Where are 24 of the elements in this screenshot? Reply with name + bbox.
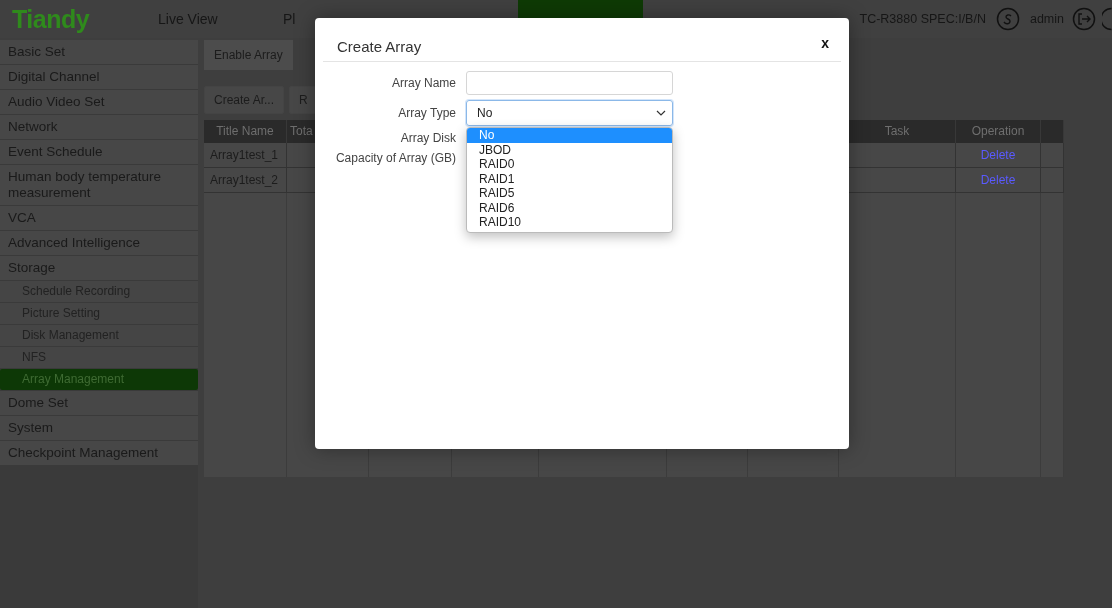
- field-label: Array Disk: [399, 131, 456, 145]
- input-field[interactable]: [466, 71, 673, 95]
- delete-link[interactable]: Delete: [980, 148, 1016, 162]
- dropdown-option[interactable]: No: [467, 128, 672, 143]
- column-header: [1041, 120, 1064, 143]
- dropdown-option[interactable]: RAID1: [467, 171, 672, 186]
- chevron-down-icon: [656, 110, 666, 116]
- dropdown-option[interactable]: RAID0: [467, 157, 672, 172]
- field-label: Array Name: [391, 76, 456, 90]
- dropdown-option[interactable]: JBOD: [467, 142, 672, 157]
- dialog-title: Create Array: [337, 38, 422, 55]
- logo: Tiandy: [11, 4, 91, 34]
- column-header: Title Name: [204, 120, 287, 143]
- dropdown-option[interactable]: RAID6: [467, 200, 672, 215]
- dropdown-option[interactable]: RAID10: [467, 215, 672, 230]
- dropdown-option[interactable]: RAID5: [467, 186, 672, 201]
- column-header: Operation: [956, 120, 1041, 143]
- close-button[interactable]: x: [809, 34, 841, 51]
- field-label: Array Type: [397, 106, 456, 120]
- delete-link[interactable]: Delete: [980, 173, 1016, 187]
- logout-icon[interactable]: [1072, 7, 1096, 31]
- field-label: Capacity of Array (GB): [334, 151, 456, 165]
- select-field[interactable]: No: [466, 100, 673, 126]
- swirl-circle-icon[interactable]: [995, 7, 1020, 31]
